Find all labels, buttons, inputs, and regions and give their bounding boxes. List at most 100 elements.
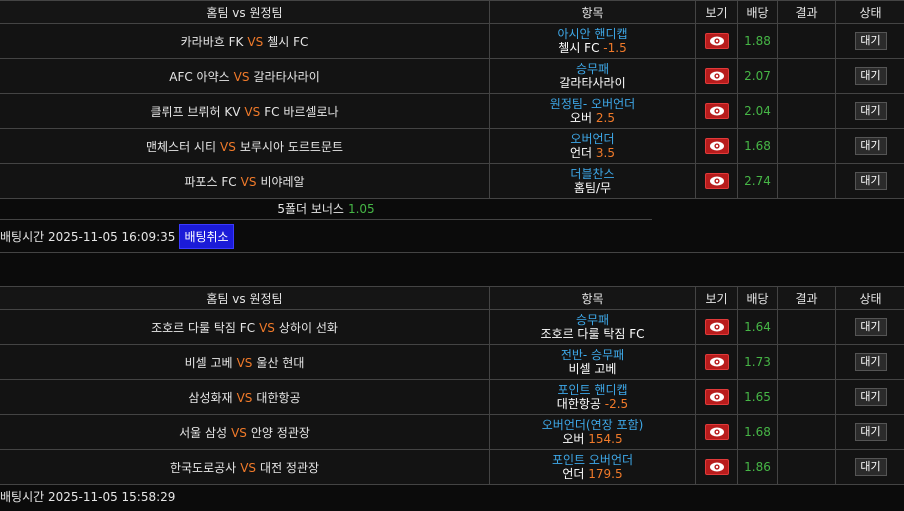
pick-name: 언더 — [562, 467, 585, 481]
col-match: 홈팀 vs 원정팀 — [0, 0, 490, 24]
table-row: 삼성화재 VS 대한항공 포인트 핸디캡 대한항공 -2.5 1.65 대기 — [0, 379, 904, 415]
away-team: 보루시아 도르트문트 — [239, 139, 344, 154]
pick-line: 언더 179.5 — [491, 467, 695, 481]
market-name: 오버언더 — [570, 132, 615, 146]
odds-cell: 1.73 — [737, 344, 778, 380]
odds-cell: 1.86 — [737, 449, 778, 485]
odds-cell: 1.65 — [737, 379, 778, 415]
match-cell: 클뤼프 브뤼허 KV VS FC 바르셀로나 — [0, 93, 490, 129]
pick-line: 첼시 FC -1.5 — [491, 41, 695, 55]
odds-value: 2.74 — [744, 174, 771, 188]
table-row: 서울 삼성 VS 안양 정관장 오버언더(연장 포함) 오버 154.5 1.68 대기 — [0, 414, 904, 450]
view-button[interactable] — [704, 68, 729, 84]
view-button[interactable] — [704, 138, 729, 154]
col-view: 보기 — [695, 286, 738, 310]
pick-line: 언더 3.5 — [491, 146, 695, 160]
pick-name: 홈팀/무 — [573, 181, 612, 195]
col-result: 결과 — [777, 0, 836, 24]
pick-line: 대한항공 -2.5 — [491, 397, 695, 411]
view-button[interactable] — [704, 459, 729, 475]
odds-value: 1.73 — [744, 355, 771, 369]
market-name: 승무패 — [575, 313, 610, 327]
market-cell: 더블찬스 홈팀/무 — [489, 163, 696, 199]
match-cell: AFC 아약스 VS 갈라타사라이 — [0, 58, 490, 94]
home-team: AFC 아약스 — [169, 69, 230, 84]
vs-label: VS — [236, 355, 253, 370]
home-team: 삼성화재 — [188, 390, 233, 405]
view-cell — [695, 449, 738, 485]
bet-slip-1: 홈팀 vs 원정팀 항목 보기 배당 결과 상태 카라바흐 FK VS 첼시 FC 아… — [0, 0, 904, 253]
pick-line: 오버 154.5 — [491, 432, 695, 446]
pick-value: 154.5 — [588, 432, 623, 446]
view-cell — [695, 309, 738, 345]
view-button[interactable] — [704, 319, 729, 335]
vs-label: VS — [247, 34, 264, 49]
result-cell — [777, 309, 836, 345]
result-cell — [777, 344, 836, 380]
pick-line: 갈라타사라이 — [491, 76, 695, 90]
status-badge: 대기 — [854, 67, 887, 85]
away-team: FC 바르셀로나 — [264, 104, 339, 119]
col-odds: 배당 — [737, 286, 778, 310]
pick-name: 대한항공 — [556, 397, 601, 411]
bet-time: 배팅시간 2025-11-05 16:09:35 — [0, 229, 176, 244]
market-cell: 전반- 승무패 비셀 고베 — [489, 344, 696, 380]
pick-name: 갈라타사라이 — [559, 76, 626, 90]
away-team: 상하이 선화 — [278, 320, 338, 335]
status-cell: 대기 — [835, 128, 904, 164]
away-team: 갈라타사라이 — [253, 69, 320, 84]
eye-icon — [709, 392, 724, 402]
view-button[interactable] — [704, 33, 729, 49]
table-row: 파포스 FC VS 비야레알 더블찬스 홈팀/무 2.74 대기 — [0, 163, 904, 199]
view-button[interactable] — [704, 424, 729, 440]
bet-table-1: 홈팀 vs 원정팀 항목 보기 배당 결과 상태 카라바흐 FK VS 첼시 FC 아… — [0, 0, 904, 199]
cancel-bet-button[interactable]: 배팅취소 — [179, 223, 234, 249]
home-team: 카라바흐 FK — [180, 34, 244, 49]
result-cell — [777, 414, 836, 450]
match-cell: 삼성화재 VS 대한항공 — [0, 379, 490, 415]
vs-label: VS — [220, 139, 236, 154]
col-market: 항목 — [489, 286, 696, 310]
view-button[interactable] — [704, 389, 729, 405]
odds-cell: 2.74 — [737, 163, 778, 199]
bet-footer-1: 배팅시간 2025-11-05 16:09:35 배팅취소 — [0, 220, 904, 253]
table-row: 클뤼프 브뤼허 KV VS FC 바르셀로나 원정팀- 오버언더 오버 2.5 2.04 대… — [0, 93, 904, 129]
away-team: 첼시 FC — [267, 34, 309, 49]
status-cell: 대기 — [835, 309, 904, 345]
market-name: 승무패 — [575, 62, 610, 76]
table-row: 비셀 고베 VS 울산 현대 전반- 승무패 비셀 고베 1.73 대기 — [0, 344, 904, 380]
status-badge: 대기 — [854, 423, 887, 441]
view-cell — [695, 163, 738, 199]
status-badge: 대기 — [854, 102, 887, 120]
odds-cell: 1.68 — [737, 128, 778, 164]
bet-time: 배팅시간 2025-11-05 15:58:29 — [0, 490, 176, 504]
table-row: AFC 아약스 VS 갈라타사라이 승무패 갈라타사라이 2.07 대기 — [0, 58, 904, 94]
view-cell — [695, 344, 738, 380]
view-button[interactable] — [704, 103, 729, 119]
view-button[interactable] — [704, 354, 729, 370]
pick-name: 첼시 FC — [558, 41, 600, 55]
pick-line: 비셀 고베 — [491, 362, 695, 376]
market-cell: 승무패 갈라타사라이 — [489, 58, 696, 94]
home-team: 파포스 FC — [184, 174, 237, 189]
market-name: 포인트 핸디캡 — [557, 383, 628, 397]
market-name: 포인트 오버언더 — [551, 453, 634, 467]
eye-icon — [709, 427, 724, 437]
pick-value: 3.5 — [595, 146, 615, 160]
view-button[interactable] — [704, 173, 729, 189]
away-team: 비야레알 — [260, 174, 305, 189]
col-view: 보기 — [695, 0, 738, 24]
vs-label: VS — [244, 104, 261, 119]
status-badge: 대기 — [854, 353, 887, 371]
market-name: 아시안 핸디캡 — [557, 27, 628, 41]
odds-cell: 1.68 — [737, 414, 778, 450]
result-cell — [777, 58, 836, 94]
eye-icon — [709, 176, 724, 186]
bet-footer-2: 배팅시간 2025-11-05 15:58:29 — [0, 485, 904, 509]
eye-icon — [709, 322, 724, 332]
view-cell — [695, 414, 738, 450]
status-cell: 대기 — [835, 163, 904, 199]
odds-value: 1.88 — [744, 34, 771, 48]
market-cell: 원정팀- 오버언더 오버 2.5 — [489, 93, 696, 129]
bonus-row: 5폴더 보너스 1.05 — [0, 199, 652, 220]
